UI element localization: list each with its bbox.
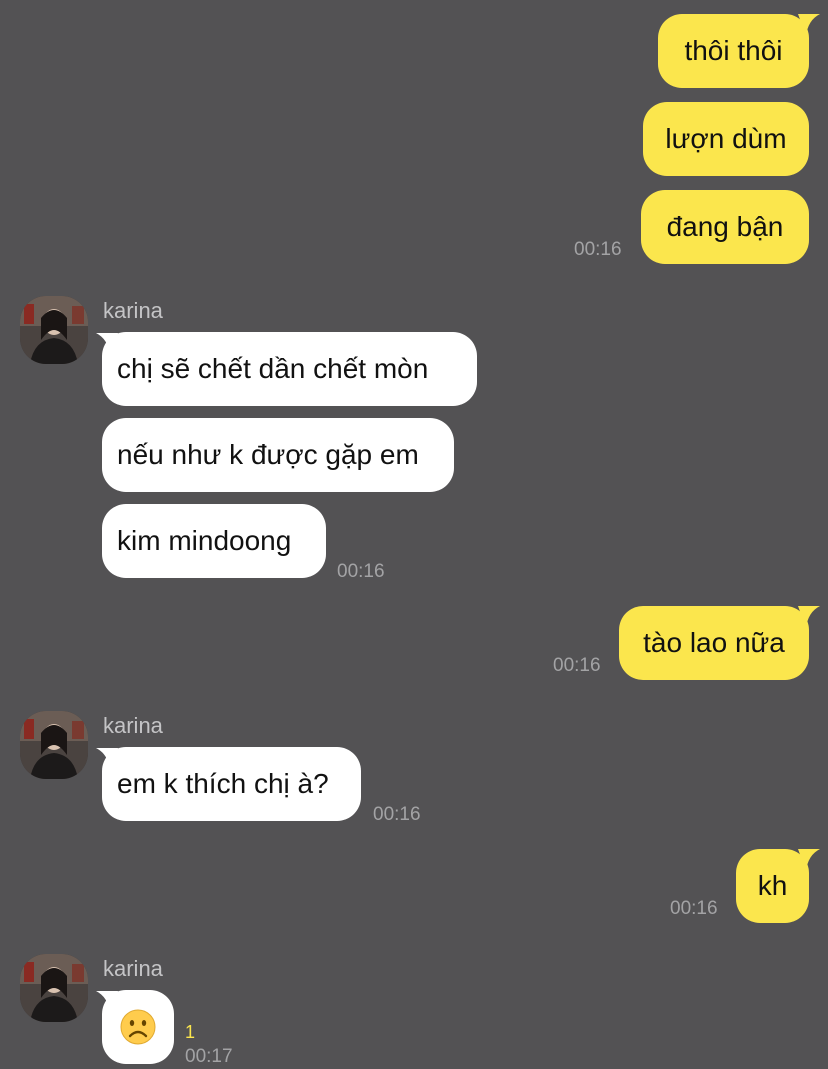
message-timestamp: 00:16 <box>553 655 601 676</box>
message-bubble-incoming[interactable]: ☹ <box>102 990 174 1064</box>
profile-photo-icon <box>20 711 88 779</box>
message-bubble-outgoing[interactable]: đang bận <box>641 190 809 264</box>
message-bubble-outgoing[interactable]: lượn dùm <box>643 102 809 176</box>
message-timestamp: 00:16 <box>337 561 385 582</box>
message-timestamp: 00:16 <box>373 804 421 825</box>
sender-name: karina <box>103 298 163 323</box>
unread-count: 1 <box>185 1022 196 1042</box>
avatar[interactable] <box>20 954 88 1022</box>
avatar[interactable] <box>20 711 88 779</box>
message-timestamp: 00:16 <box>670 898 718 919</box>
frowning-face-emoji-icon <box>120 1009 156 1045</box>
profile-photo-icon <box>20 296 88 364</box>
sender-name: karina <box>103 956 163 981</box>
message-bubble-outgoing[interactable]: thôi thôi <box>658 14 809 88</box>
message-bubble-outgoing[interactable]: tào lao nữa <box>619 606 809 680</box>
message-bubble-incoming[interactable]: kim mindoong <box>102 504 326 578</box>
bubble-tail <box>798 14 820 36</box>
chat-area: thôi thôi lượn dùm đang bận 00:16 karina… <box>0 0 828 1069</box>
message-bubble-incoming[interactable]: em k thích chị à? <box>102 747 361 821</box>
message-bubble-incoming[interactable]: chị sẽ chết dần chết mòn <box>102 332 477 406</box>
message-timestamp: 00:17 <box>185 1046 233 1067</box>
profile-photo-icon <box>20 954 88 1022</box>
message-timestamp: 00:16 <box>574 239 622 260</box>
sender-name: karina <box>103 713 163 738</box>
bubble-tail <box>798 606 820 628</box>
bubble-tail <box>798 849 820 871</box>
avatar[interactable] <box>20 296 88 364</box>
message-bubble-incoming[interactable]: nếu như k được gặp em <box>102 418 454 492</box>
